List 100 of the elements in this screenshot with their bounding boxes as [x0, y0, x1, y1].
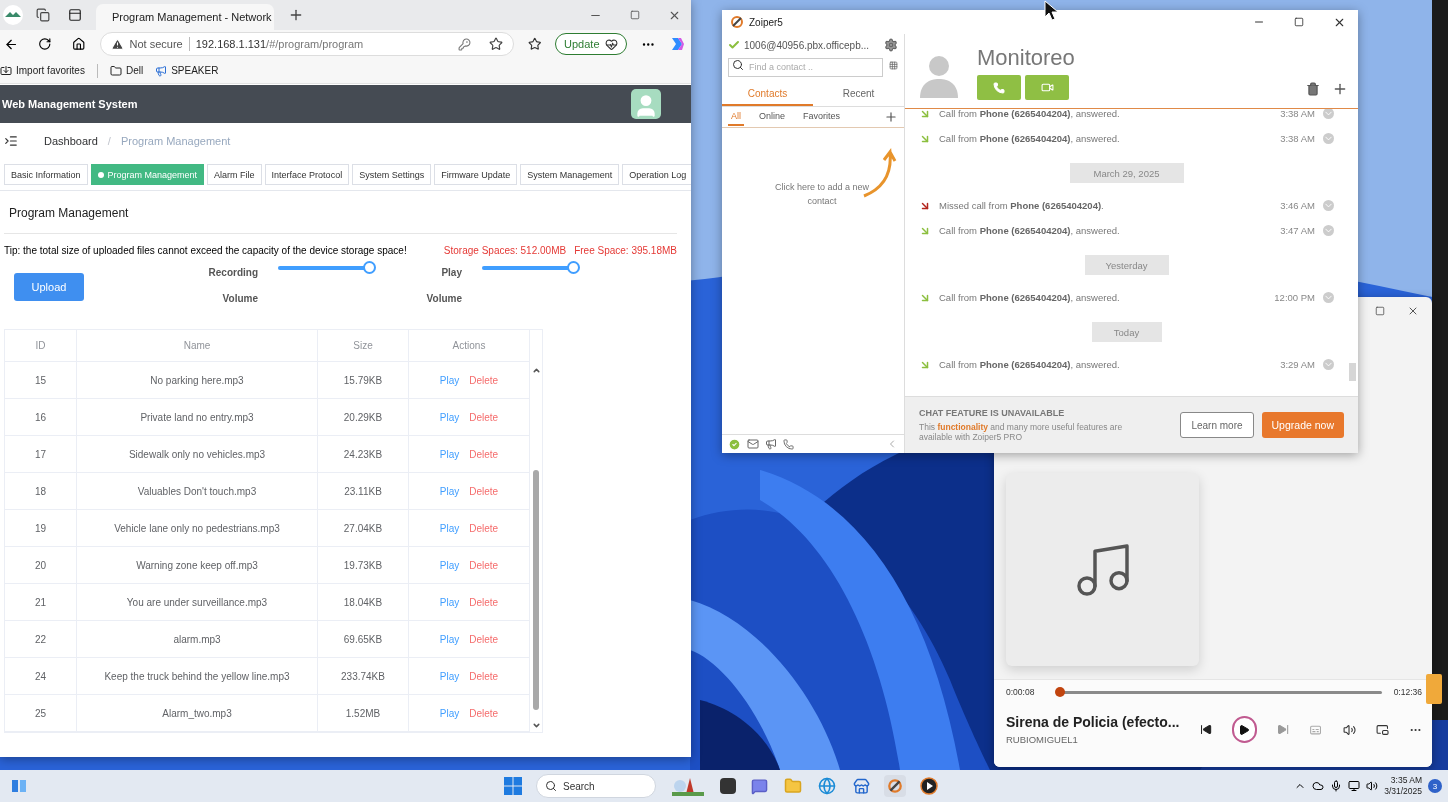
delete-link[interactable]: Delete — [469, 707, 499, 719]
update-button[interactable]: Update — [555, 33, 627, 55]
scrollbar[interactable] — [1349, 363, 1356, 381]
workspaces-icon[interactable] — [36, 8, 50, 22]
page-tab[interactable]: Basic Information — [4, 164, 88, 185]
home-icon[interactable] — [72, 37, 86, 51]
scroll-up-icon[interactable] — [531, 366, 541, 375]
learn-more-button[interactable]: Learn more — [1180, 412, 1254, 438]
delete-link[interactable]: Delete — [469, 596, 499, 608]
media-player-icon[interactable] — [918, 775, 940, 797]
play-link[interactable]: Play — [439, 411, 460, 423]
maximize-icon[interactable] — [1294, 17, 1304, 27]
copilot-icon[interactable] — [669, 36, 685, 52]
filter-tab[interactable]: Online — [756, 111, 789, 126]
delete-link[interactable]: Delete — [469, 522, 499, 534]
delete-link[interactable]: Delete — [469, 448, 499, 460]
cloud-icon[interactable] — [1312, 780, 1325, 792]
play-link[interactable]: Play — [439, 485, 460, 497]
maximize-icon[interactable] — [1375, 305, 1385, 316]
play-button[interactable] — [1231, 716, 1258, 743]
bookmark-item[interactable]: Dell — [109, 64, 144, 77]
clock[interactable]: 3:35 AM 3/31/2025 — [1384, 775, 1422, 797]
trash-icon[interactable] — [1306, 82, 1320, 96]
play-link[interactable]: Play — [439, 559, 460, 571]
next-icon[interactable] — [1277, 723, 1290, 736]
seek-bar[interactable] — [1056, 690, 1382, 694]
search-field[interactable]: Search — [536, 774, 656, 798]
play-link[interactable]: Play — [439, 522, 460, 534]
browser-tab[interactable]: Program Management - Network — [96, 4, 274, 30]
bookmark-item[interactable]: Import favorites — [0, 64, 85, 77]
delete-link[interactable]: Delete — [469, 485, 499, 497]
play-link[interactable]: Play — [439, 596, 460, 608]
page-tab[interactable]: Program Management — [90, 164, 205, 185]
favorites-icon[interactable] — [527, 37, 542, 51]
volume-icon[interactable] — [1366, 780, 1379, 792]
address-bar[interactable]: Not secure 192.168.1.131/#/program/program — [99, 32, 514, 56]
table-cell: You are under surveillance.mp3 — [77, 584, 318, 620]
call-entry-text: Missed call from Phone (6265404204). — [939, 200, 1105, 211]
play-link[interactable]: Play — [439, 670, 460, 682]
upgrade-button[interactable]: Upgrade now — [1261, 412, 1344, 438]
settings-icon[interactable] — [884, 38, 898, 52]
contacts-tab[interactable]: Recent — [813, 85, 904, 106]
browser-icon[interactable] — [816, 775, 838, 797]
speaker-icon[interactable] — [765, 438, 777, 450]
previous-icon[interactable] — [1199, 723, 1212, 736]
delete-link[interactable]: Delete — [469, 633, 499, 645]
profile-icon[interactable] — [2, 4, 24, 26]
menu-icon[interactable] — [4, 134, 18, 148]
scroll-down-icon[interactable] — [531, 721, 541, 730]
add-contact-hint[interactable]: Click here to add a new contact — [767, 180, 877, 208]
table-cell: 18 — [5, 473, 77, 509]
play-link[interactable]: Play — [439, 633, 460, 645]
task-view-icon[interactable] — [720, 778, 736, 794]
page-tab[interactable]: Operation Log — [622, 164, 691, 185]
search-field[interactable]: Find a contact .. — [728, 57, 883, 77]
tip-text: Tip: the total size of uploaded files cannot exceed the capacity of the device storage space! — [4, 245, 407, 256]
upload-button[interactable]: Upload — [14, 273, 84, 301]
start-icon[interactable] — [502, 775, 524, 797]
delete-link[interactable]: Delete — [469, 559, 499, 571]
maximize-icon[interactable] — [630, 10, 640, 20]
tab-actions-icon[interactable] — [68, 8, 82, 22]
zoiper-app-icon[interactable] — [884, 775, 906, 797]
phone-icon[interactable] — [783, 438, 794, 450]
bookmark-item[interactable]: SPEAKER — [155, 64, 219, 77]
monitor-icon[interactable] — [1348, 780, 1361, 792]
page-tab[interactable]: System Settings — [352, 164, 432, 185]
account-name[interactable]: 1006@40956.pbx.officepb... — [744, 39, 870, 51]
total-time: 0:12:36 — [1393, 687, 1422, 697]
add-icon[interactable] — [1332, 81, 1348, 97]
volume-icon[interactable] — [1342, 722, 1356, 737]
delete-link[interactable]: Delete — [469, 374, 499, 386]
storage-text: Storage Spaces: 512.00MB — [443, 245, 567, 256]
mail-icon[interactable] — [747, 438, 759, 450]
table-cell: 25 — [5, 695, 77, 731]
add-icon[interactable] — [884, 110, 898, 124]
key-icon[interactable] — [457, 37, 471, 51]
filter-tab[interactable]: Favorites — [800, 111, 844, 126]
breadcrumb-item[interactable]: Dashboard — [44, 135, 98, 147]
page-tab[interactable]: Firmware Update — [434, 164, 518, 185]
avatar-icon[interactable] — [631, 89, 661, 119]
play-link[interactable]: Play — [439, 374, 460, 386]
dialpad-icon[interactable] — [889, 59, 898, 72]
notification-badge[interactable]: 3 — [1428, 779, 1442, 793]
play-link[interactable]: Play — [439, 448, 460, 460]
video-icon — [1040, 81, 1054, 94]
refresh-icon[interactable] — [38, 37, 52, 51]
table-cell: 1.52MB — [318, 695, 409, 731]
delete-link[interactable]: Delete — [469, 670, 499, 682]
microphone-icon[interactable] — [1330, 780, 1343, 792]
filter-tab[interactable]: All — [728, 111, 744, 126]
contacts-tab[interactable]: Contacts — [722, 85, 813, 106]
page-tab[interactable]: Interface Protocol — [264, 164, 350, 185]
mini-player-icon[interactable] — [1375, 722, 1389, 737]
star-icon[interactable] — [488, 37, 503, 51]
page-tab[interactable]: System Management — [520, 164, 620, 185]
page-tab[interactable]: Alarm File — [207, 164, 262, 185]
delete-link[interactable]: Delete — [469, 411, 499, 423]
table-cell: 24.23KB — [318, 436, 409, 472]
play-link[interactable]: Play — [439, 707, 460, 719]
new-tab-icon[interactable] — [288, 7, 304, 23]
